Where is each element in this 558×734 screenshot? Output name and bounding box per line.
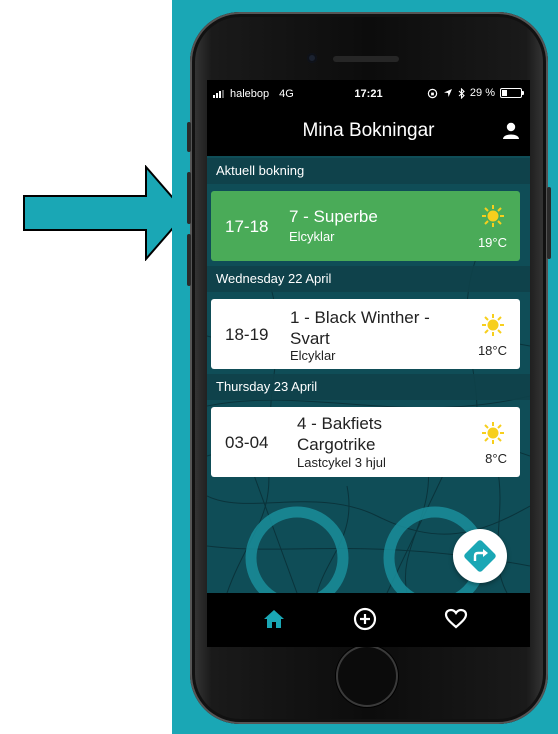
status-bar: halebop 4G 17:21 29 % bbox=[207, 80, 530, 108]
bottom-tab-bar bbox=[207, 593, 530, 647]
booking-temperature: 18°C bbox=[477, 343, 507, 358]
section-header-current: Aktuell bokning bbox=[207, 158, 530, 184]
booking-card[interactable]: 18-19 1 - Black Winther - Svart Elcyklar… bbox=[211, 299, 520, 369]
sun-icon bbox=[482, 314, 504, 336]
home-button[interactable] bbox=[336, 645, 398, 707]
pointer-arrow-icon bbox=[23, 165, 188, 261]
booking-card-current[interactable]: 17-18 7 - Superbe Elcyklar 19°C bbox=[211, 191, 520, 261]
battery-icon bbox=[500, 88, 524, 98]
location-arrow-icon bbox=[443, 89, 452, 97]
directions-fab-button[interactable] bbox=[453, 529, 507, 583]
booking-time: 18-19 bbox=[225, 325, 269, 344]
app-header: Mina Bokningar bbox=[207, 108, 530, 156]
bookings-list[interactable]: Aktuell bokning 17-18 7 - Superbe Elcykl… bbox=[207, 156, 530, 593]
booking-category: Elcyklar bbox=[290, 348, 336, 363]
volume-up-button bbox=[187, 172, 191, 224]
heart-icon[interactable] bbox=[444, 607, 468, 631]
earpiece-speaker bbox=[333, 56, 399, 62]
sun-icon bbox=[482, 205, 504, 227]
user-icon[interactable] bbox=[502, 122, 520, 140]
app-screen: halebop 4G 17:21 29 % Mina Bokningar Akt… bbox=[207, 80, 530, 593]
booking-card[interactable]: 03-04 4 - Bakfiets Cargotrike Lastcykel … bbox=[211, 407, 520, 477]
home-icon[interactable] bbox=[262, 607, 286, 631]
booking-temperature: 8°C bbox=[485, 451, 507, 466]
mute-switch bbox=[187, 122, 191, 152]
booking-name: 1 - Black Winther - Svart bbox=[290, 308, 430, 348]
section-header-date: Thursday 23 April bbox=[207, 374, 530, 400]
booking-name: 7 - Superbe bbox=[289, 207, 378, 226]
booking-name: 4 - Bakfiets Cargotrike bbox=[297, 414, 383, 454]
power-button bbox=[547, 187, 551, 259]
sun-icon bbox=[482, 422, 504, 444]
booking-category: Elcyklar bbox=[289, 229, 335, 244]
volume-down-button bbox=[187, 234, 191, 286]
battery-percent: 29 % bbox=[469, 87, 495, 99]
booking-temperature: 19°C bbox=[477, 235, 507, 250]
section-header-date: Wednesday 22 April bbox=[207, 266, 530, 292]
front-camera bbox=[307, 53, 317, 63]
directions-icon bbox=[464, 540, 496, 572]
bluetooth-icon bbox=[458, 87, 465, 99]
orientation-lock-icon bbox=[427, 88, 438, 98]
booking-time: 03-04 bbox=[225, 433, 269, 452]
page-title: Mina Bokningar bbox=[302, 120, 435, 141]
booking-time: 17-18 bbox=[225, 217, 269, 236]
add-circle-icon[interactable] bbox=[353, 607, 377, 631]
booking-category: Lastcykel 3 hjul bbox=[297, 455, 386, 470]
